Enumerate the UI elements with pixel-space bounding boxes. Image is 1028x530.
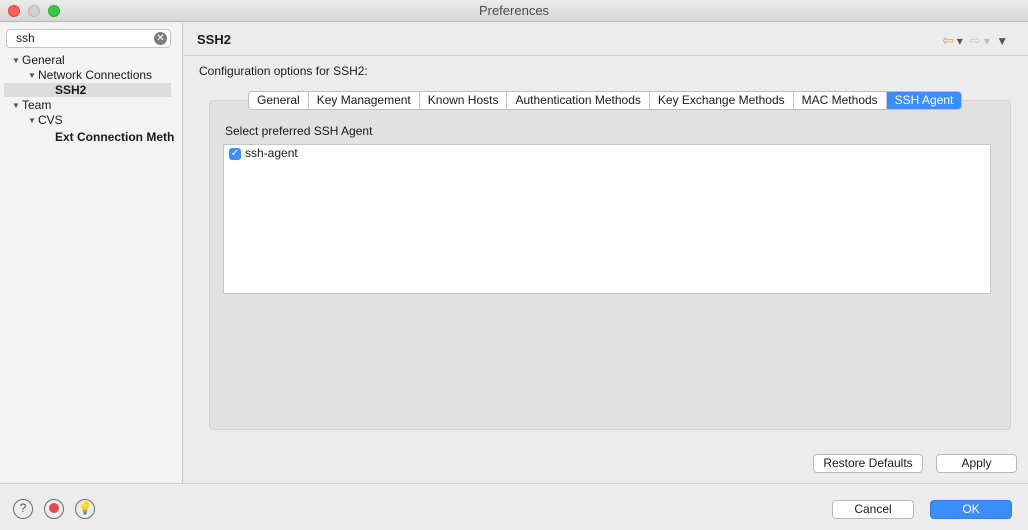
tab-known-hosts[interactable]: Known Hosts bbox=[420, 92, 508, 109]
tree-item-ssh2[interactable]: SSH2 bbox=[55, 83, 86, 98]
expand-triangle-icon[interactable]: ▼ bbox=[28, 113, 38, 128]
tree-selection-highlight bbox=[4, 83, 171, 97]
close-window-button[interactable] bbox=[8, 5, 20, 17]
header-divider bbox=[184, 55, 1028, 56]
agent-list: ✓ ssh-agent bbox=[223, 144, 991, 294]
page-description: Configuration options for SSH2: bbox=[199, 64, 368, 78]
tab-general[interactable]: General bbox=[249, 92, 309, 109]
expand-triangle-icon[interactable]: ▼ bbox=[12, 98, 22, 113]
history-navigation: ⇦ ▾ ⇨ ▾ ▼ bbox=[942, 32, 1011, 49]
ssh-agent-label: ssh-agent bbox=[245, 146, 298, 160]
tree-item-ext-connection-method[interactable]: Ext Connection Meth bbox=[55, 130, 174, 145]
tab-key-management[interactable]: Key Management bbox=[309, 92, 420, 109]
window-title: Preferences bbox=[478, 3, 550, 18]
ssh-agent-checkbox[interactable]: ✓ bbox=[229, 148, 241, 160]
tab-mac-methods[interactable]: MAC Methods bbox=[794, 92, 887, 109]
preferences-sidebar: ssh ✕ ▼ General ▼ Network Connections SSH2… bbox=[0, 23, 183, 483]
lightbulb-icon[interactable]: 💡 bbox=[75, 499, 95, 519]
cancel-button[interactable]: Cancel bbox=[832, 500, 914, 519]
expand-triangle-icon[interactable]: ▼ bbox=[28, 68, 38, 83]
tab-key-exchange-methods[interactable]: Key Exchange Methods bbox=[650, 92, 794, 109]
ok-button[interactable]: OK bbox=[930, 500, 1012, 519]
page-title: SSH2 bbox=[197, 32, 231, 47]
view-menu-icon[interactable]: ▼ bbox=[996, 34, 1008, 48]
window-titlebar: Preferences bbox=[0, 0, 1028, 22]
forward-dropdown-icon[interactable]: ▾ bbox=[984, 34, 990, 48]
tree-item-team[interactable]: ▼ Team bbox=[12, 98, 51, 113]
minimize-window-button[interactable] bbox=[28, 5, 40, 17]
tab-authentication-methods[interactable]: Authentication Methods bbox=[507, 92, 650, 109]
back-arrow-icon[interactable]: ⇦ bbox=[942, 32, 954, 48]
apply-button[interactable]: Apply bbox=[936, 454, 1017, 473]
record-macro-icon[interactable] bbox=[44, 499, 64, 519]
agent-section-label: Select preferred SSH Agent bbox=[225, 124, 373, 138]
restore-defaults-button[interactable]: Restore Defaults bbox=[813, 454, 923, 473]
help-icon[interactable]: ? bbox=[13, 499, 33, 519]
forward-arrow-icon[interactable]: ⇨ bbox=[969, 32, 981, 48]
search-value: ssh bbox=[16, 31, 35, 45]
tree-item-cvs[interactable]: ▼ CVS bbox=[28, 113, 63, 128]
expand-triangle-icon[interactable]: ▼ bbox=[12, 53, 22, 68]
tab-bar: General Key Management Known Hosts Authe… bbox=[248, 91, 963, 110]
tree-item-network-connections[interactable]: ▼ Network Connections bbox=[28, 68, 152, 83]
tree-item-general[interactable]: ▼ General bbox=[12, 53, 65, 68]
clear-search-icon[interactable]: ✕ bbox=[154, 32, 167, 45]
maximize-window-button[interactable] bbox=[48, 5, 60, 17]
back-dropdown-icon[interactable]: ▾ bbox=[957, 34, 963, 48]
tab-ssh-agent[interactable]: SSH Agent bbox=[886, 92, 962, 109]
filter-search-input[interactable]: ssh ✕ bbox=[6, 29, 171, 48]
